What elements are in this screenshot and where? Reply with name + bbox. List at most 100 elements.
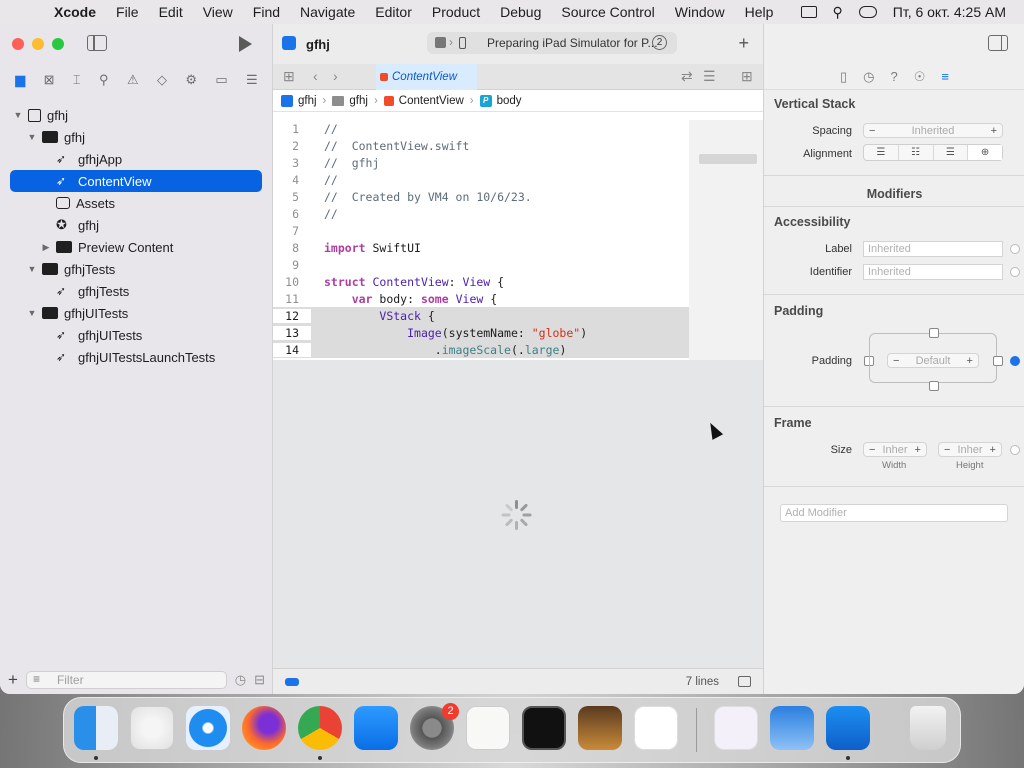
editor-options-icon[interactable]: ☰: [703, 68, 716, 85]
align-center-icon[interactable]: ☷: [899, 145, 934, 160]
breakpoint-navigator-icon[interactable]: ▭: [215, 72, 227, 88]
related-items-icon[interactable]: ⇄: [681, 68, 693, 85]
menu-navigate[interactable]: Navigate: [300, 4, 355, 20]
tree-row-project-gfhj[interactable]: ▼ gfhj: [0, 104, 273, 126]
align-trailing-icon[interactable]: ☰: [934, 145, 969, 160]
tree-row-preview-content[interactable]: ▶ Preview Content: [0, 236, 273, 258]
forward-arrow-icon[interactable]: ›: [333, 68, 338, 84]
padding-trailing-checkbox[interactable]: [993, 356, 1003, 366]
minimize-window-button[interactable]: [32, 38, 44, 50]
zoom-window-button[interactable]: [52, 38, 64, 50]
code-minimap[interactable]: [689, 120, 763, 360]
menu-find[interactable]: Find: [253, 4, 280, 20]
filter-options-icon[interactable]: ⊟: [254, 672, 265, 688]
spacing-stepper[interactable]: − Inherited +: [863, 123, 1003, 138]
issue-navigator-icon[interactable]: ⚠: [127, 72, 139, 88]
test-navigator-icon[interactable]: ◇: [157, 72, 167, 88]
tree-row-group-gfhjtests[interactable]: ▼ gfhjTests: [0, 258, 273, 280]
accessibility-identifier-input[interactable]: Inherited: [863, 264, 1003, 280]
identifier-options-icon[interactable]: [1010, 267, 1020, 277]
tree-row-group-gfhj[interactable]: ▼ gfhj: [0, 126, 273, 148]
padding-top-checkbox[interactable]: [929, 328, 939, 338]
issue-count-badge[interactable]: 2: [652, 35, 667, 50]
control-center-icon[interactable]: [858, 6, 877, 18]
tree-row-gfhjtests[interactable]: ➶ gfhjTests: [0, 280, 273, 302]
decrement-icon[interactable]: −: [944, 444, 950, 456]
padding-stepper[interactable]: − Default +: [887, 353, 979, 368]
disclosure-open-icon[interactable]: ▼: [26, 308, 38, 318]
decrement-icon[interactable]: −: [869, 125, 875, 137]
firefox-icon[interactable]: [242, 706, 286, 750]
debug-navigator-icon[interactable]: ⚙: [185, 72, 197, 88]
textedit-icon[interactable]: [466, 706, 510, 750]
increment-icon[interactable]: +: [990, 444, 996, 456]
breadcrumb-project[interactable]: gfhj: [281, 94, 317, 107]
run-button[interactable]: [239, 36, 252, 52]
live-preview-icon[interactable]: [285, 678, 299, 686]
frame-options-icon[interactable]: [1010, 445, 1020, 455]
spotlight-search-icon[interactable]: ⚲: [833, 4, 843, 21]
navigator-filter-input[interactable]: Filter: [25, 671, 227, 689]
tree-row-gfhjuitestslaunchtests[interactable]: ➶ gfhjUITestsLaunchTests: [0, 346, 273, 368]
trash-icon[interactable]: [910, 706, 946, 750]
symbol-navigator-icon[interactable]: ⌶: [73, 72, 81, 88]
app-store-icon[interactable]: [354, 706, 398, 750]
back-arrow-icon[interactable]: ‹: [313, 68, 318, 84]
padding-options-icon[interactable]: [1010, 356, 1020, 366]
height-stepper[interactable]: − Inher +: [938, 442, 1002, 457]
add-tab-button[interactable]: +: [738, 33, 749, 54]
screen-mirroring-icon[interactable]: [800, 6, 817, 18]
split-editor-icon[interactable]: ⊞: [741, 68, 753, 85]
report-navigator-icon[interactable]: ☰: [246, 72, 258, 88]
find-navigator-icon[interactable]: ⚲: [99, 72, 109, 88]
align-leading-icon[interactable]: ☰: [864, 145, 899, 160]
menu-source-control[interactable]: Source Control: [561, 4, 654, 20]
menu-app-name[interactable]: Xcode: [54, 4, 96, 20]
sidebar-toggle-icon[interactable]: [87, 35, 107, 51]
increment-icon[interactable]: +: [967, 355, 973, 367]
disclosure-closed-icon[interactable]: ▶: [40, 242, 52, 253]
scheme-icon[interactable]: [435, 37, 446, 48]
decrement-icon[interactable]: −: [869, 444, 875, 456]
align-options-icon[interactable]: ⊕: [968, 145, 1002, 160]
grid-menu-icon[interactable]: ⊞: [283, 68, 295, 85]
menu-window[interactable]: Window: [675, 4, 725, 20]
history-inspector-icon[interactable]: ◷: [863, 69, 874, 85]
editor-tab-contentview[interactable]: ContentView: [376, 64, 477, 90]
chrome-icon[interactable]: [298, 706, 342, 750]
safari-icon[interactable]: [186, 706, 230, 750]
activity-status[interactable]: › Preparing iPad Simulator for P... 2: [427, 32, 677, 54]
ipad-device-icon[interactable]: [459, 37, 466, 49]
tree-row-assets[interactable]: Assets: [0, 192, 273, 214]
add-modifier-input[interactable]: Add Modifier: [780, 504, 1008, 522]
source-control-navigator-icon[interactable]: ⊠: [44, 72, 55, 88]
quick-help-icon[interactable]: ?: [891, 69, 898, 84]
garageband-icon[interactable]: [578, 706, 622, 750]
disclosure-open-icon[interactable]: ▼: [26, 264, 38, 274]
padding-bottom-checkbox[interactable]: [929, 381, 939, 391]
breadcrumb-symbol[interactable]: Pbody: [479, 94, 522, 107]
xcode-icon[interactable]: [826, 706, 870, 750]
menu-help[interactable]: Help: [745, 4, 774, 20]
tree-row-contentview[interactable]: ➶ ContentView: [10, 170, 262, 192]
tree-row-gfhjuitests[interactable]: ➶ gfhjUITests: [0, 324, 273, 346]
disclosure-open-icon[interactable]: ▼: [26, 132, 38, 142]
terminal-icon[interactable]: [522, 706, 566, 750]
vscode-icon[interactable]: [634, 706, 678, 750]
close-window-button[interactable]: [12, 38, 24, 50]
weather-icon[interactable]: [770, 706, 814, 750]
source-code-editor[interactable]: 1// 2// ContentView.swift 3// gfhj 4// 5…: [273, 120, 689, 360]
width-stepper[interactable]: − Inher +: [863, 442, 927, 457]
menu-product[interactable]: Product: [432, 4, 480, 20]
finder-icon[interactable]: [74, 706, 118, 750]
tree-row-group-gfhjuitests[interactable]: ▼ gfhjUITests: [0, 302, 273, 324]
decrement-icon[interactable]: −: [893, 355, 899, 367]
attributes-inspector-icon[interactable]: ≡: [941, 69, 949, 84]
label-options-icon[interactable]: [1010, 244, 1020, 254]
recent-files-icon[interactable]: ◷: [235, 672, 246, 688]
menu-view[interactable]: View: [203, 4, 233, 20]
debug-area-toggle-icon[interactable]: [738, 676, 751, 687]
launchpad-icon[interactable]: [130, 706, 174, 750]
preview-canvas[interactable]: [273, 360, 763, 668]
project-name[interactable]: gfhj: [306, 37, 330, 52]
